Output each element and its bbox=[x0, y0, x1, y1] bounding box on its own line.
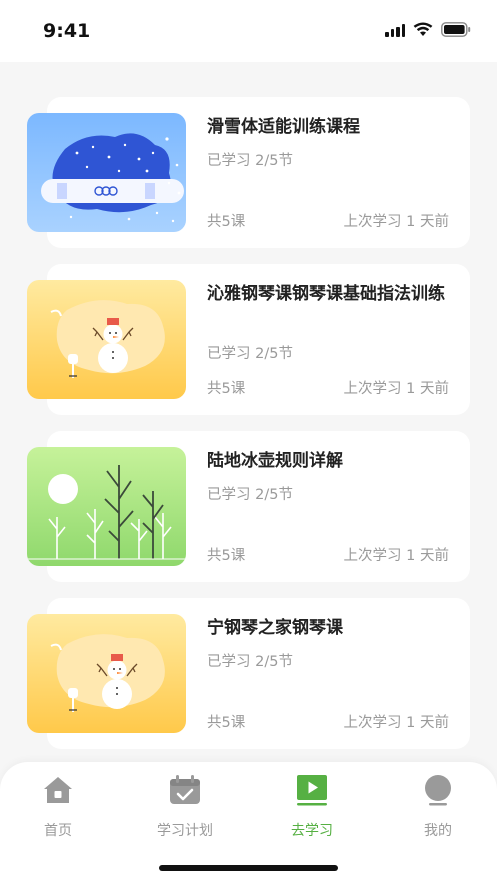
tab-study-plan[interactable]: 学习计划 bbox=[135, 770, 235, 840]
home-indicator[interactable] bbox=[159, 865, 338, 871]
status-time: 9:41 bbox=[43, 20, 91, 42]
play-icon bbox=[297, 775, 327, 806]
course-progress: 已学习 2/5节 bbox=[207, 346, 293, 362]
tab-label: 去学习 bbox=[291, 823, 333, 839]
course-title: 陆地冰壶规则详解 bbox=[207, 451, 343, 471]
wifi-icon bbox=[413, 22, 433, 37]
signal-icon bbox=[385, 23, 405, 37]
course-card[interactable]: 陆地冰壶规则详解 已学习 2/5节 共5课 上次学习 1 天前 bbox=[27, 431, 470, 582]
course-last-studied: 上次学习 1 天前 bbox=[343, 381, 449, 397]
user-icon bbox=[425, 775, 451, 806]
course-last-studied: 上次学习 1 天前 bbox=[343, 715, 449, 731]
battery-icon bbox=[441, 22, 471, 37]
course-thumbnail-snowman bbox=[27, 614, 186, 733]
status-icons bbox=[385, 22, 471, 37]
course-progress: 已学习 2/5节 bbox=[207, 654, 293, 670]
course-progress: 已学习 2/5节 bbox=[207, 153, 293, 169]
course-title: 宁钢琴之家钢琴课 bbox=[207, 618, 343, 638]
course-card[interactable]: 沁雅钢琴课钢琴课基础指法训练 已学习 2/5节 共5课 上次学习 1 天前 bbox=[27, 264, 470, 415]
course-lesson-count: 共5课 bbox=[207, 381, 246, 397]
course-thumbnail-snowman bbox=[27, 280, 186, 399]
course-lesson-count: 共5课 bbox=[207, 548, 246, 564]
tab-label: 我的 bbox=[424, 823, 452, 839]
calendar-check-icon bbox=[170, 775, 200, 804]
course-card[interactable]: 滑雪体适能训练课程 已学习 2/5节 共5课 上次学习 1 天前 bbox=[27, 97, 470, 248]
course-thumbnail-snowboard bbox=[27, 113, 186, 232]
course-progress: 已学习 2/5节 bbox=[207, 487, 293, 503]
tab-mine[interactable]: 我的 bbox=[388, 770, 488, 840]
course-last-studied: 上次学习 1 天前 bbox=[343, 548, 449, 564]
tab-go-study[interactable]: 去学习 bbox=[262, 770, 362, 840]
course-lesson-count: 共5课 bbox=[207, 715, 246, 731]
status-bar: 9:41 bbox=[0, 0, 497, 62]
course-title: 滑雪体适能训练课程 bbox=[207, 117, 360, 137]
course-card[interactable]: 宁钢琴之家钢琴课 已学习 2/5节 共5课 上次学习 1 天前 bbox=[27, 598, 470, 749]
tab-label: 学习计划 bbox=[157, 823, 213, 839]
course-last-studied: 上次学习 1 天前 bbox=[343, 214, 449, 230]
tab-label: 首页 bbox=[44, 823, 72, 839]
course-thumbnail-forest bbox=[27, 447, 186, 566]
tab-home[interactable]: 首页 bbox=[8, 770, 108, 840]
course-title: 沁雅钢琴课钢琴课基础指法训练 bbox=[207, 284, 445, 304]
course-lesson-count: 共5课 bbox=[207, 214, 246, 230]
home-icon bbox=[44, 777, 72, 803]
